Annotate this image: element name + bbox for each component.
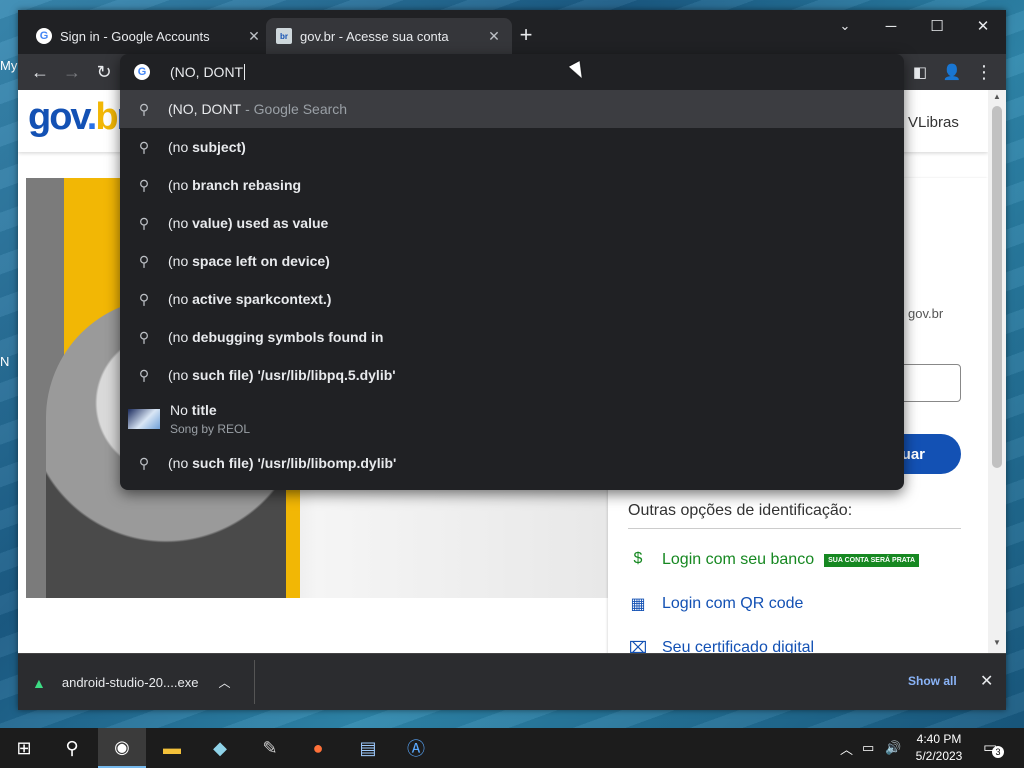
govbr-icon: br: [276, 28, 292, 44]
app-icon[interactable]: ◆: [196, 728, 244, 768]
back-icon[interactable]: ←: [26, 58, 54, 86]
search-icon: ⚲: [138, 252, 150, 269]
address-input[interactable]: (NO, DONT: [170, 64, 243, 80]
search-icon: ⚲: [138, 454, 150, 471]
suggestion-item[interactable]: ⚲ (no active sparkcontext.): [120, 280, 904, 318]
song-thumbnail: [128, 409, 160, 429]
suggestion-item[interactable]: ⚲ (no subject): [120, 128, 904, 166]
start-button-icon[interactable]: ⊞: [0, 728, 48, 768]
divider: [254, 660, 255, 704]
download-bar: ▲ android-studio-20....exe ︿ Show all ✕: [18, 653, 1006, 710]
suggestion-item[interactable]: ⚲ (no value) used as value: [120, 204, 904, 242]
usb-icon: ⌧: [628, 640, 648, 653]
chrome-icon[interactable]: ◉: [98, 728, 146, 768]
firefox-icon[interactable]: ●: [294, 728, 342, 768]
close-tab-icon[interactable]: ✕: [486, 28, 502, 45]
forward-icon[interactable]: →: [58, 58, 86, 86]
scroll-down-icon[interactable]: ▼: [992, 638, 1002, 647]
tab-google-signin[interactable]: G Sign in - Google Accounts ✕: [26, 18, 272, 54]
download-item[interactable]: ▲ android-studio-20....exe ︿: [32, 654, 230, 710]
app-window-icon[interactable]: ▤: [344, 728, 392, 768]
search-icon: ⚲: [138, 214, 150, 231]
suggestion-item[interactable]: ⚲ (no such file) '/usr/lib/libomp.dylib': [120, 444, 904, 482]
reload-icon[interactable]: ↻: [90, 58, 118, 86]
profile-icon[interactable]: 👤: [938, 58, 966, 86]
address-bar[interactable]: G (NO, DONT: [120, 54, 904, 90]
govbr-logo[interactable]: gov.br: [28, 96, 131, 139]
silver-badge: SUA CONTA SERÁ PRATA: [824, 553, 920, 567]
volume-icon[interactable]: 🔊: [885, 728, 901, 768]
search-icon: ⚲: [138, 366, 150, 383]
scroll-up-icon[interactable]: ▲: [992, 92, 1002, 101]
tab-title: gov.br - Acesse sua conta: [300, 28, 449, 44]
file-explorer-icon[interactable]: ▬: [148, 728, 196, 768]
desktop-label[interactable]: My: [0, 58, 18, 73]
system-clock[interactable]: 4:40 PM 5/2/2023: [908, 731, 970, 765]
login-bank-option[interactable]: $ Login com seu banco SUA CONTA SERÁ PRA…: [628, 550, 920, 570]
tab-title: Sign in - Google Accounts: [60, 28, 210, 44]
side-panel-icon[interactable]: ◧: [906, 58, 934, 86]
search-icon: ⚲: [138, 138, 150, 155]
minimize-button[interactable]: ─: [868, 10, 914, 42]
new-tab-button[interactable]: +: [514, 24, 538, 48]
menu-kebab-icon[interactable]: ⋮: [970, 58, 998, 86]
network-icon[interactable]: ▭: [862, 728, 874, 768]
download-filename: android-studio-20....exe: [61, 675, 199, 690]
tab-search-icon[interactable]: ⌄: [822, 10, 868, 42]
login-certificate-option[interactable]: ⌧ Seu certificado digital: [628, 638, 814, 653]
vlibras-link[interactable]: VLibras: [908, 114, 959, 131]
bank-icon: $: [633, 550, 643, 567]
search-icon: ⚲: [138, 176, 150, 193]
search-icon: ⚲: [138, 100, 150, 117]
suggestion-item[interactable]: ⚲ (no such file) '/usr/lib/libpq.5.dylib…: [120, 356, 904, 394]
close-icon[interactable]: ✕: [980, 671, 993, 691]
omnibox-dropdown: G (NO, DONT ⚲ (NO, DONT - Google Search …: [120, 54, 904, 490]
tab-strip: G Sign in - Google Accounts ✕ br gov.br …: [18, 10, 1006, 58]
show-all-button[interactable]: Show all: [908, 674, 957, 688]
scroll-thumb[interactable]: [992, 106, 1002, 468]
google-icon: G: [36, 28, 52, 44]
maximize-button[interactable]: ☐: [914, 10, 960, 42]
chevron-up-icon[interactable]: ︿: [218, 674, 230, 691]
login-qr-option[interactable]: ▦ Login com QR code: [628, 594, 803, 614]
search-icon: ⚲: [138, 290, 150, 307]
paint-icon[interactable]: ✎: [246, 728, 294, 768]
card-text: gov.br: [908, 306, 944, 321]
search-icon: ⚲: [138, 328, 150, 345]
suggestion-item[interactable]: ⚲ (no space left on device): [120, 242, 904, 280]
other-options-heading: Outras opções de identificação:: [628, 502, 961, 529]
android-icon: ▲: [32, 674, 46, 691]
show-hidden-icons[interactable]: ︿: [840, 728, 853, 768]
close-window-button[interactable]: ✕: [960, 10, 1006, 42]
close-tab-icon[interactable]: ✕: [246, 28, 262, 45]
qr-code-icon: ▦: [630, 596, 646, 613]
google-icon: G: [134, 64, 150, 80]
desktop-label[interactable]: N: [0, 354, 18, 369]
suggestion-item[interactable]: ⚲ (no branch rebasing: [120, 166, 904, 204]
search-icon[interactable]: ⚲: [48, 728, 96, 768]
scrollbar[interactable]: ▲ ▼: [988, 90, 1006, 653]
taskbar: ⊞ ⚲ ◉ ▬ ◆ ✎ ● ▤ Ⓐ ︿ ▭ 🔊 4:40 PM 5/2/2023…: [0, 728, 1024, 768]
notification-center-icon[interactable]: ▭ 3: [983, 738, 1004, 758]
tab-govbr[interactable]: br gov.br - Acesse sua conta ✕: [266, 18, 512, 54]
suggestion-subtitle: Song by REOL: [170, 422, 251, 436]
suggestion-item[interactable]: ⚲ (NO, DONT - Google Search: [120, 90, 904, 128]
suggestion-item[interactable]: ⚲ (no debugging symbols found in: [120, 318, 904, 356]
browser-window: G Sign in - Google Accounts ✕ br gov.br …: [18, 10, 1006, 710]
android-studio-icon[interactable]: Ⓐ: [392, 728, 440, 768]
suggestion-item-entity[interactable]: No title Song by REOL: [120, 394, 904, 444]
